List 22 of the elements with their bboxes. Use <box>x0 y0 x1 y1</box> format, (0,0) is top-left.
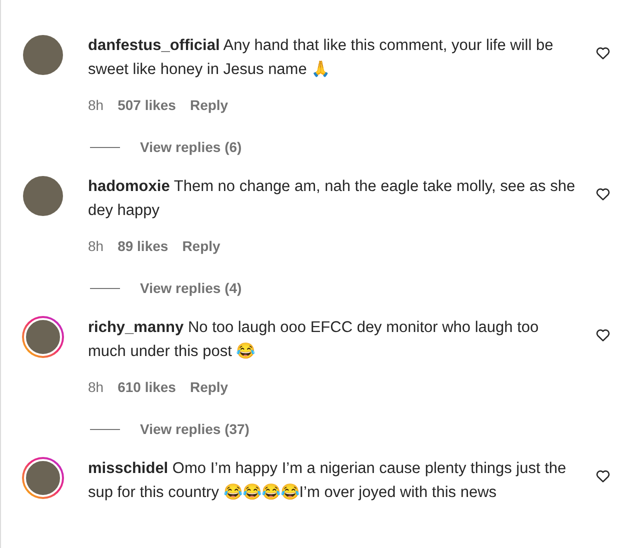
comment-time: 8h <box>88 97 104 113</box>
view-replies-button[interactable]: View replies (4) <box>90 280 242 296</box>
avatar[interactable] <box>22 316 64 358</box>
heart-icon[interactable] <box>595 186 611 202</box>
likes-count[interactable]: 507 likes <box>118 97 176 113</box>
comment-text: hadomoxie Them no change am, nah the eagle take molly, see as she dey happy <box>88 177 576 221</box>
likes-count[interactable]: 89 likes <box>118 238 168 254</box>
reply-button[interactable]: Reply <box>190 379 228 395</box>
comment-time: 8h <box>88 238 104 254</box>
view-replies-button[interactable]: View replies (6) <box>90 139 242 155</box>
view-replies-button[interactable]: View replies (37) <box>90 421 250 437</box>
comment-text: danfestus_official Any hand that like this comment, your life will be sweet like honey in Jesus name 🙏 <box>88 36 554 80</box>
likes-count[interactable]: 610 likes <box>118 379 176 395</box>
comment-text: misschidel Omo I’m happy I’m a nigerian cause plenty things just the sup for this country 😂😂😂😂I’m over joyed with this news <box>88 459 568 503</box>
reply-button[interactable]: Reply <box>182 238 220 254</box>
comment-text: richy_manny No too laugh ooo EFCC dey monitor who laugh too much under this post 😂 <box>88 318 540 362</box>
heart-icon[interactable] <box>595 468 611 484</box>
avatar[interactable] <box>22 457 64 499</box>
reply-button[interactable]: Reply <box>190 97 228 113</box>
heart-icon[interactable] <box>595 45 611 61</box>
comment-time: 8h <box>88 379 104 395</box>
heart-icon[interactable] <box>595 327 611 343</box>
